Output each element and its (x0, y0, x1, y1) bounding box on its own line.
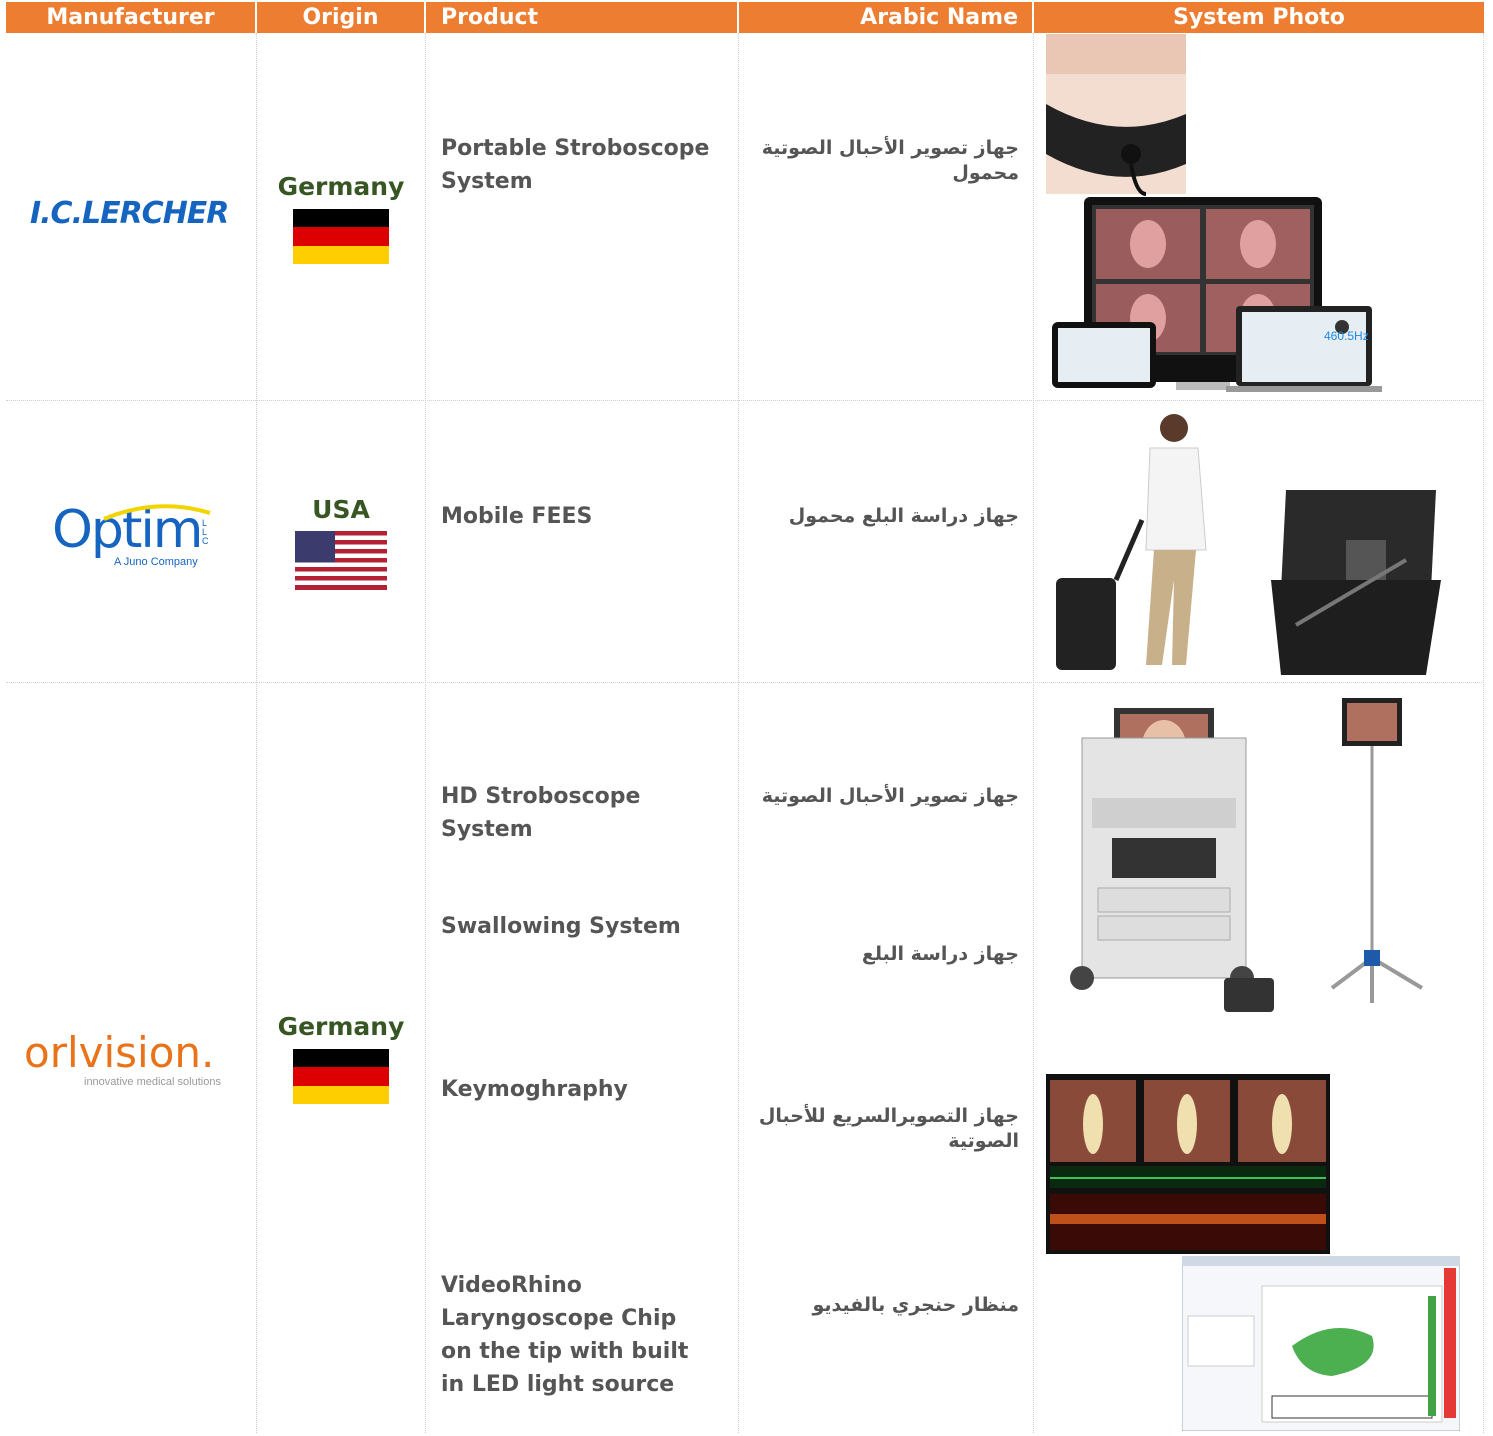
arabic-name: جهاز دراسة البلع محمول (788, 505, 1019, 527)
products-table: Manufacturer Origin Product Arabic Name … (6, 0, 1484, 1433)
arabic-name: جهاز تصوير الأحبال الصوتية (761, 785, 1019, 807)
stroboscope-photo: 460.5Hz (1046, 34, 1426, 396)
product-name: Swallowing System (441, 914, 681, 939)
product-name: HD Stroboscope System (441, 784, 641, 842)
germany-flag-icon (293, 209, 389, 264)
product-name: Mobile FEES (441, 504, 593, 529)
grid-line (1483, 33, 1484, 1433)
header-product: Product (426, 2, 737, 33)
lercher-logo: I.C.LERCHER (30, 196, 229, 231)
optim-logo: Optim LLC A Juno Company (52, 500, 211, 568)
origin-germany-label: Germany (277, 172, 405, 201)
grid-line (1033, 33, 1034, 1433)
grid-line (256, 33, 257, 1433)
product-name: VideoRhino Laryngoscope Chip on the tip … (441, 1273, 689, 1397)
header-system-photo: System Photo (1034, 2, 1484, 33)
orlvision-logo: orlvision. innovative medical solutions (24, 1028, 221, 1089)
kymography-photo (1046, 1074, 1330, 1254)
arabic-name: جهاز تصوير الأحبال الصوتية محمول (761, 137, 1019, 184)
origin-usa-label: USA (312, 495, 370, 524)
grid-line (738, 33, 739, 1433)
videorhino-software-photo (1181, 1255, 1461, 1432)
orlvision-dot: . (201, 1028, 215, 1077)
hd-stroboscope-photo (1052, 688, 1442, 1023)
germany-flag-icon (293, 1049, 389, 1104)
grid-line (6, 400, 1484, 401)
usa-flag-icon (295, 531, 387, 590)
product-name: Keymoghraphy (441, 1077, 628, 1102)
product-name: Portable Stroboscope System (441, 136, 710, 194)
header-origin: Origin (257, 2, 424, 33)
header-manufacturer: Manufacturer (6, 2, 255, 33)
arabic-name: جهاز التصويرالسريع للأحبال الصوتية (758, 1105, 1019, 1152)
grid-line (6, 682, 1484, 683)
arabic-name: جهاز دراسة البلع (861, 943, 1019, 965)
header-arabic-name: Arabic Name (739, 2, 1032, 33)
mobile-fees-photo (1046, 410, 1446, 680)
arabic-name: منظار حنجري بالفيديو (812, 1294, 1019, 1316)
origin-germany-label: Germany (277, 1012, 405, 1041)
grid-line (425, 33, 426, 1433)
frequency-readout: 460.5Hz (1324, 329, 1369, 343)
